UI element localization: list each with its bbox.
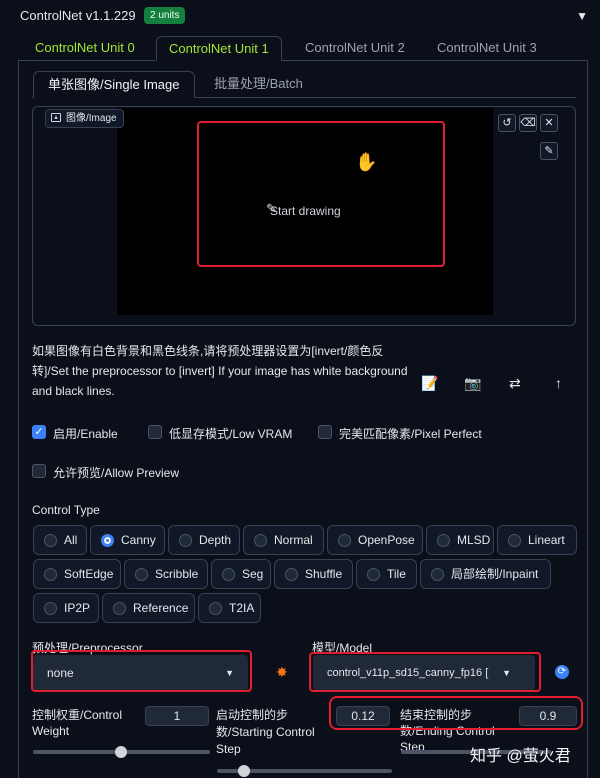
- highlight-model: [309, 652, 541, 692]
- highlight-steps: [329, 696, 583, 730]
- brush-icon[interactable]: ✎: [540, 142, 558, 160]
- allow-preview-checkbox[interactable]: [32, 464, 46, 478]
- weight-input[interactable]: 1: [145, 706, 209, 726]
- eraser-icon[interactable]: ⌫: [519, 114, 537, 132]
- start-step-slider-thumb[interactable]: [238, 765, 250, 777]
- upload-icon[interactable]: ↑: [555, 375, 562, 391]
- allow-preview-label: 允许预览/Allow Preview: [53, 466, 180, 480]
- weight-label: 控制权重/Control Weight: [32, 708, 123, 738]
- tab-unit-3[interactable]: ControlNet Unit 3: [425, 36, 549, 61]
- tab-batch[interactable]: 批量处理/Batch: [200, 71, 317, 98]
- panel-title: ControlNet v1.1.229: [20, 8, 136, 23]
- radio-shuffle[interactable]: Shuffle: [274, 559, 353, 589]
- refresh-icon[interactable]: ⟳: [555, 665, 569, 679]
- units-badge: 2 units: [144, 7, 186, 24]
- radio-softedge[interactable]: SoftEdge: [33, 559, 121, 589]
- enable-label: 启用/Enable: [53, 427, 118, 441]
- tab-unit-1[interactable]: ControlNet Unit 1: [156, 36, 282, 61]
- weight-slider-thumb[interactable]: [115, 746, 127, 758]
- radio-ip2p[interactable]: IP2P: [33, 593, 99, 623]
- tab-unit-0[interactable]: ControlNet Unit 0: [23, 36, 147, 61]
- highlight-preprocessor: [31, 650, 252, 692]
- image-icon: ▴: [51, 113, 61, 122]
- close-icon[interactable]: ✕: [540, 114, 558, 132]
- invert-hint: 如果图像有白色背景和黑色线条,请将预处理器设置为[invert/颜色反转]/Se…: [32, 344, 408, 398]
- radio-scribble[interactable]: Scribble: [124, 559, 208, 589]
- radio-lineart[interactable]: Lineart: [497, 525, 577, 555]
- pixel-perfect-checkbox[interactable]: [318, 425, 332, 439]
- edit-icon[interactable]: 📝: [421, 375, 438, 392]
- tab-single-image[interactable]: 单张图像/Single Image: [33, 71, 195, 98]
- watermark: 知乎 @萤火君: [470, 748, 571, 765]
- radio-t2ia[interactable]: T2IA: [198, 593, 261, 623]
- radio-reference[interactable]: Reference: [102, 593, 195, 623]
- swap-icon[interactable]: ⇄: [509, 375, 521, 392]
- pixel-perfect-label: 完美匹配像素/Pixel Perfect: [339, 427, 482, 441]
- tab-unit-2[interactable]: ControlNet Unit 2: [293, 36, 417, 61]
- radio-tile[interactable]: Tile: [356, 559, 417, 589]
- radio-inpaint[interactable]: 局部绘制/Inpaint: [420, 559, 551, 589]
- enable-checkbox[interactable]: ✓: [32, 425, 46, 439]
- radio-normal[interactable]: Normal: [243, 525, 324, 555]
- low-vram-label: 低显存模式/Low VRAM: [169, 427, 293, 441]
- undo-icon[interactable]: ↺: [498, 114, 516, 132]
- triangle-down-icon[interactable]: ▼: [576, 9, 588, 23]
- camera-icon[interactable]: 📷: [464, 375, 481, 392]
- low-vram-checkbox[interactable]: [148, 425, 162, 439]
- radio-mlsd[interactable]: MLSD: [426, 525, 494, 555]
- radio-seg[interactable]: Seg: [211, 559, 271, 589]
- start-step-label: 启动控制的步数/Starting Control Step: [216, 708, 315, 756]
- start-drawing-text: Start drawing: [270, 204, 341, 218]
- radio-all[interactable]: All: [33, 525, 87, 555]
- radio-canny[interactable]: Canny: [90, 525, 165, 555]
- explosion-icon[interactable]: ✸: [276, 664, 288, 681]
- radio-openpose[interactable]: OpenPose: [327, 525, 423, 555]
- highlight-canvas: [197, 121, 445, 267]
- control-type-label: Control Type: [32, 503, 100, 517]
- radio-depth[interactable]: Depth: [168, 525, 240, 555]
- hand-cursor-icon: ✋: [355, 152, 378, 172]
